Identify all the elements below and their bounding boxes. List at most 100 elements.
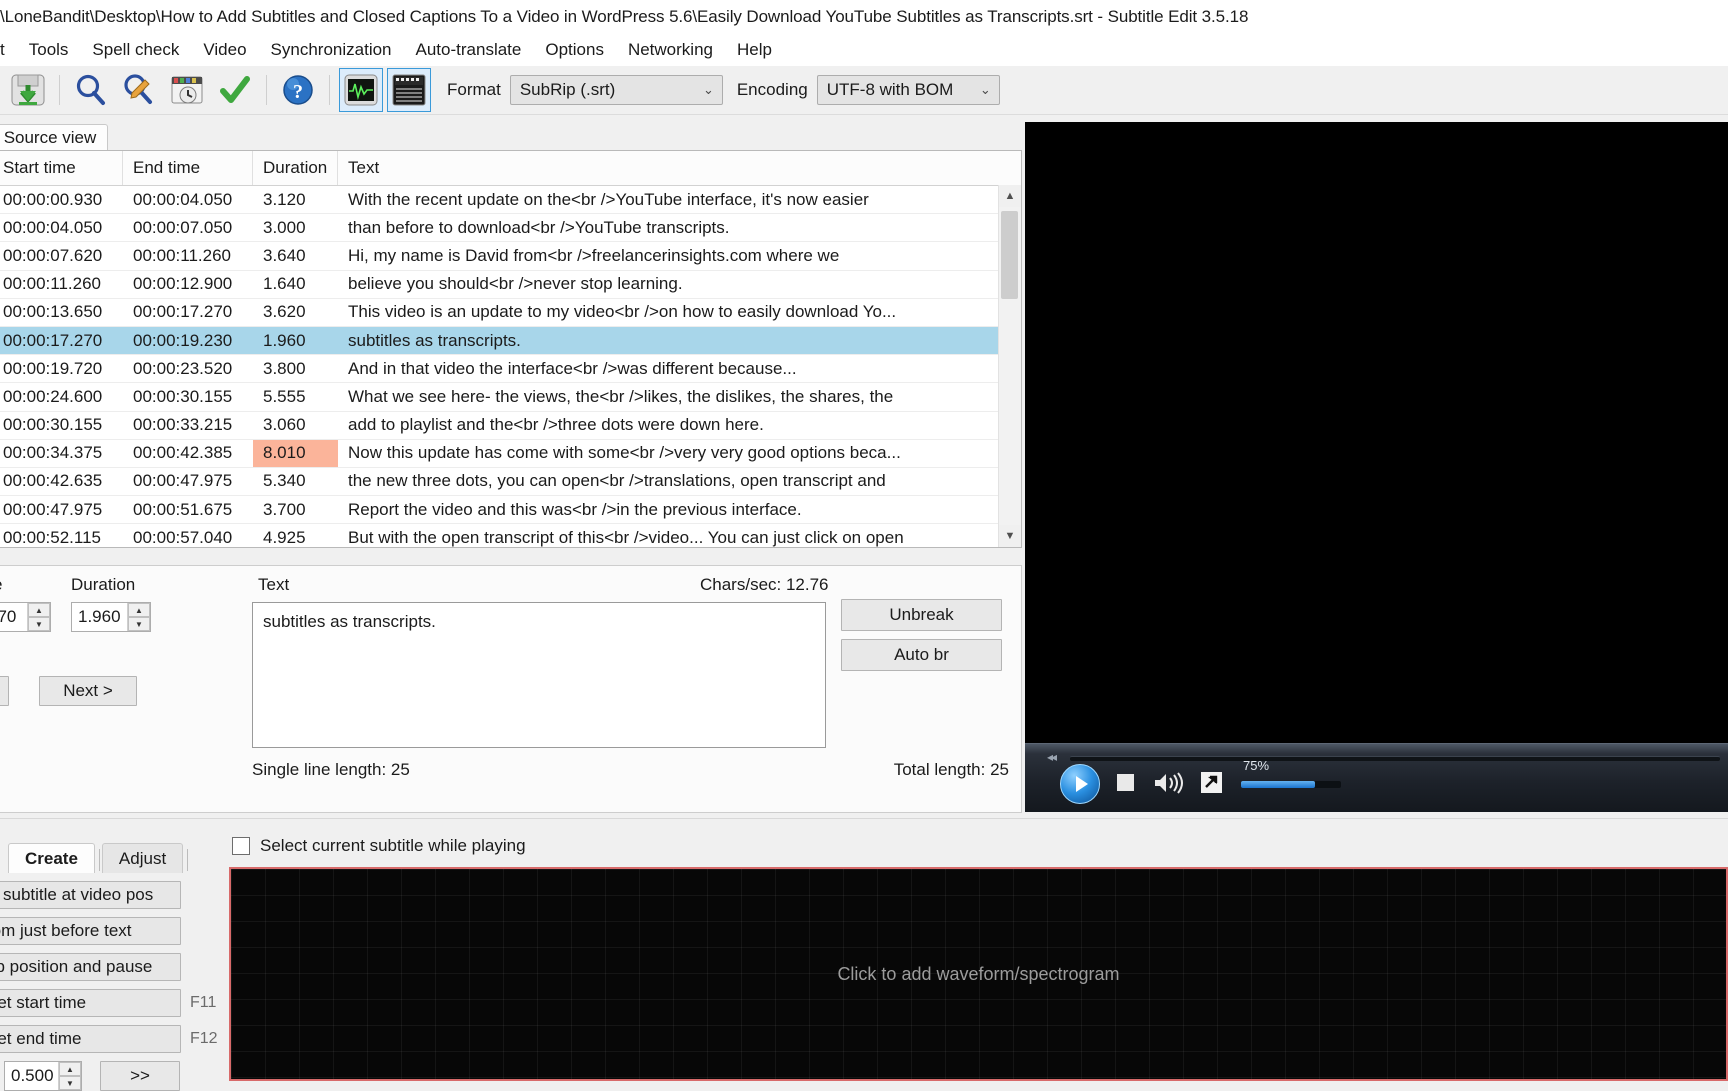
seconds-stepper[interactable]: 0.500 ▲ ▼ xyxy=(4,1061,82,1091)
menu-item-synchronization[interactable]: Synchronization xyxy=(259,37,404,63)
chevron-down-icon: ⌄ xyxy=(702,82,714,97)
tab-create[interactable]: Create xyxy=(8,843,95,873)
select-current-subtitle-checkbox[interactable] xyxy=(232,837,250,855)
table-row[interactable]: 00:00:30.155 00:00:33.215 3.060 add to p… xyxy=(0,412,1021,440)
waveform-area[interactable]: Click to add waveform/spectrogram xyxy=(229,867,1728,1081)
sync-video-icon[interactable] xyxy=(165,68,209,112)
cell-end-time: 00:00:17.270 xyxy=(133,302,233,322)
encoding-value: UTF-8 with BOM xyxy=(826,80,954,99)
go-to-sub-position-and-pause-button[interactable]: ub position and pause xyxy=(0,953,181,981)
cell-start-time: 00:00:04.050 xyxy=(3,217,103,237)
previous-button[interactable] xyxy=(0,676,9,706)
cell-end-time: 00:00:19.230 xyxy=(133,330,233,350)
table-row[interactable]: 00:00:47.975 00:00:51.675 3.700 Report t… xyxy=(0,496,1021,525)
table-row-partial[interactable]: 00:00:52.115 00:00:57.040 4.925 But with… xyxy=(0,524,1021,548)
table-row[interactable]: 00:00:42.635 00:00:47.975 5.340 the new … xyxy=(0,468,1021,497)
cell-end-time: 00:00:30.155 xyxy=(133,386,233,406)
menu-item-tools[interactable]: Tools xyxy=(17,37,81,63)
duration-stepper[interactable]: 1.960 ▲ ▼ xyxy=(71,602,151,632)
play-button[interactable] xyxy=(1060,764,1100,804)
set-start-time-button[interactable]: Set start time xyxy=(0,989,181,1017)
table-row[interactable]: 00:00:13.650 00:00:17.270 3.620 This vid… xyxy=(0,299,1021,327)
next-button[interactable]: Next > xyxy=(39,676,137,706)
cell-start-time: 00:00:30.155 xyxy=(3,415,103,435)
tab-divider xyxy=(98,849,100,871)
replace-icon[interactable] xyxy=(117,68,161,112)
cell-text: What we see here- the views, the<br />li… xyxy=(348,386,894,406)
fullscreen-icon[interactable] xyxy=(1201,772,1222,793)
subtitle-text-input[interactable]: subtitles as transcripts. xyxy=(252,602,826,748)
cell-text: This video is an update to my video<br /… xyxy=(348,302,897,322)
rewind-icon[interactable]: ◂◂ xyxy=(1047,750,1057,764)
table-row[interactable]: 00:00:07.620 00:00:11.260 3.640 Hi, my n… xyxy=(0,242,1021,271)
table-row[interactable]: 00:00:00.930 00:00:04.050 3.120 With the… xyxy=(0,186,1021,215)
scroll-down-arrow[interactable]: ▼ xyxy=(999,525,1021,547)
menu-item-help[interactable]: Help xyxy=(725,37,784,63)
help-icon[interactable]: ? xyxy=(276,68,320,112)
play-from-just-before-text-button[interactable]: rom just before text xyxy=(0,917,181,945)
cell-start-time: 00:00:19.720 xyxy=(3,358,103,378)
column-header-end-time[interactable]: End time xyxy=(123,151,253,185)
start-time-stepper[interactable]: 270 ▲▼ xyxy=(0,602,51,632)
video-progress-bar[interactable] xyxy=(1070,756,1720,761)
cell-text: than before to download<br />YouTube tra… xyxy=(348,217,730,237)
set-end-time-shortcut: F12 xyxy=(190,1030,218,1047)
menu-item-options[interactable]: Options xyxy=(533,37,616,63)
go-to-sub-position-and-pause-label: ub position and pause xyxy=(0,957,153,976)
scroll-up-arrow[interactable]: ▲ xyxy=(999,185,1021,207)
toolbar-separator-3 xyxy=(329,75,330,105)
stop-button[interactable] xyxy=(1117,774,1134,791)
seconds-spin-buttons[interactable]: ▲ ▼ xyxy=(58,1062,81,1090)
menu-item-video[interactable]: Video xyxy=(191,37,258,63)
cell-duration: 3.620 xyxy=(263,302,306,322)
table-row[interactable]: 00:00:24.600 00:00:30.155 5.555 What we … xyxy=(0,383,1021,412)
forward-button[interactable]: >> xyxy=(100,1061,180,1091)
main-toolbar: ? Format SubRip (.srt) ⌄ Encoding UTF-8 … xyxy=(0,66,1728,115)
subtitle-edit-panel: e 270 ▲▼ Duration 1.960 ▲▼ Next > Text C… xyxy=(0,565,1022,813)
encoding-dropdown[interactable]: UTF-8 with BOM ⌄ xyxy=(816,75,1000,105)
tab-source-view[interactable]: Source view xyxy=(0,124,108,151)
volume-slider[interactable] xyxy=(1241,781,1341,788)
column-header-start-time[interactable]: Start time xyxy=(0,151,123,185)
duration-spin-buttons[interactable]: ▲ ▼ xyxy=(127,603,150,631)
subtitle-edit-window: \LoneBandit\Desktop\How to Add Subtitles… xyxy=(0,0,1728,1091)
table-row[interactable]: 00:00:19.720 00:00:23.520 3.800 And in t… xyxy=(0,355,1021,384)
table-row[interactable]: 00:00:04.050 00:00:07.050 3.000 than bef… xyxy=(0,214,1021,243)
column-header-duration[interactable]: Duration xyxy=(253,151,338,185)
column-header-text[interactable]: Text xyxy=(338,151,1021,185)
tab-adjust[interactable]: Adjust xyxy=(101,843,184,873)
set-end-time-button[interactable]: Set end time xyxy=(0,1025,181,1053)
start-time-spin-buttons[interactable]: ▲ ▼ xyxy=(27,603,50,631)
table-row[interactable]: 00:00:34.375 00:00:42.385 8.010 Now this… xyxy=(0,439,1021,468)
menu-item-spell-check[interactable]: Spell check xyxy=(80,37,191,63)
insert-new-subtitle-button[interactable]: w subtitle at video pos xyxy=(0,881,181,909)
cell-duration: 4.925 xyxy=(263,527,306,547)
volume-icon[interactable] xyxy=(1153,772,1187,794)
cell-duration-warning: 8.010 xyxy=(253,439,338,467)
insert-new-subtitle-label: w subtitle at video pos xyxy=(0,885,154,904)
title-bar: \LoneBandit\Desktop\How to Add Subtitles… xyxy=(0,0,1728,34)
video-player[interactable]: ◂◂ 75% xyxy=(1025,122,1728,812)
cell-text: But with the open transcript of this<br … xyxy=(348,527,904,547)
select-current-subtitle-row[interactable]: Select current subtitle while playing xyxy=(232,836,526,856)
unbreak-button[interactable]: Unbreak xyxy=(841,599,1002,631)
menu-item-auto-translate[interactable]: Auto-translate xyxy=(404,37,534,63)
find-icon[interactable] xyxy=(69,68,113,112)
encoding-label: Encoding xyxy=(736,80,808,99)
auto-br-button[interactable]: Auto br xyxy=(841,639,1002,671)
tab-create-label: Create xyxy=(25,848,78,868)
menu-item-edit[interactable]: t xyxy=(0,37,17,63)
scrollbar-thumb[interactable] xyxy=(1001,211,1018,299)
list-scrollbar[interactable]: ▲ ▼ xyxy=(998,185,1021,547)
table-row-selected[interactable]: 00:00:17.270 00:00:19.230 1.960 subtitle… xyxy=(0,326,1021,356)
format-dropdown[interactable]: SubRip (.srt) ⌄ xyxy=(509,75,723,105)
toggle-waveform-icon[interactable] xyxy=(339,68,383,112)
cell-start-time: 00:00:52.115 xyxy=(3,527,101,547)
save-icon[interactable] xyxy=(6,68,50,112)
fix-common-errors-icon[interactable] xyxy=(213,68,257,112)
subtitle-list-body: 00:00:00.930 00:00:04.050 3.120 With the… xyxy=(0,186,1021,548)
toggle-video-icon[interactable] xyxy=(387,68,431,112)
table-row[interactable]: 00:00:11.260 00:00:12.900 1.640 believe … xyxy=(0,271,1021,299)
menu-item-networking[interactable]: Networking xyxy=(616,37,725,63)
cell-end-time: 00:00:12.900 xyxy=(133,274,233,294)
